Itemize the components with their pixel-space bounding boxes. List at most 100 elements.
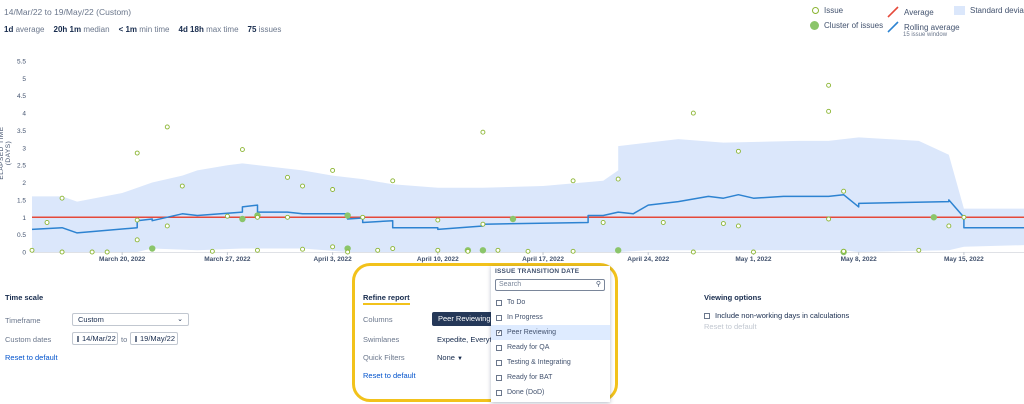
- timescale-reset-link[interactable]: Reset to default: [5, 353, 58, 362]
- y-tick-label: 2.5: [17, 163, 26, 170]
- issue-point: [330, 187, 336, 192]
- x-tick-label: April 10, 2022: [417, 256, 459, 263]
- issue-point: [300, 246, 305, 252]
- issue-point: [29, 247, 35, 253]
- y-tick-label: 1: [22, 215, 26, 222]
- calendar-icon: [135, 335, 137, 342]
- issue-point: [360, 214, 366, 220]
- dropdown-option[interactable]: Ready for BAT: [491, 370, 610, 385]
- issue-point: [916, 247, 922, 253]
- viewing-options-title: Viewing options: [704, 293, 762, 302]
- x-tick-label: March 27, 2022: [204, 256, 251, 263]
- issue-point: [435, 217, 441, 223]
- cluster-point: [149, 245, 156, 252]
- issue-point: [104, 249, 110, 255]
- issue-point: [89, 249, 95, 255]
- dropdown-option-label: Testing & Integrating: [507, 359, 571, 366]
- checkbox-icon[interactable]: [496, 344, 502, 351]
- checkbox-icon[interactable]: [496, 299, 502, 306]
- dropdown-title: ISSUE TRANSITION DATE: [495, 268, 580, 275]
- quick-filters-selector[interactable]: None ▼: [437, 353, 463, 362]
- issue-point: [615, 176, 621, 182]
- nonworking-days-option[interactable]: Include non-working days in calculations: [704, 311, 849, 320]
- issue-point: [209, 248, 215, 254]
- y-tick-label: 5.5: [17, 59, 26, 66]
- issue-point: [480, 129, 486, 135]
- custom-dates-label: Custom dates: [5, 335, 52, 344]
- x-tick-label: April 17, 2022: [522, 256, 564, 263]
- issue-point: [570, 248, 576, 254]
- dropdown-option[interactable]: Ready for QA: [491, 340, 610, 355]
- y-tick-label: 2: [22, 180, 26, 187]
- x-tick-label: April 3, 2022: [313, 256, 352, 263]
- checkbox-icon[interactable]: [496, 359, 502, 366]
- search-icon: ⚲: [595, 281, 601, 288]
- checkbox-icon[interactable]: [496, 389, 502, 396]
- checkbox-icon[interactable]: [496, 314, 502, 321]
- cluster-point: [479, 247, 487, 254]
- date-range-to: to: [121, 335, 128, 344]
- issue-point: [345, 249, 351, 255]
- chevron-down-icon: ⌄: [177, 315, 183, 323]
- issue-point: [525, 248, 531, 254]
- dropdown-option-label: Ready for QA: [507, 344, 550, 351]
- checkbox-icon[interactable]: [496, 374, 502, 381]
- timeframe-select[interactable]: Custom ⌄: [72, 313, 189, 326]
- issue-point: [735, 148, 741, 154]
- issue-point: [690, 249, 696, 255]
- dropdown-option[interactable]: Testing & Integrating: [491, 355, 610, 370]
- y-tick-label: 0.5: [17, 232, 26, 239]
- dropdown-option-label: In Progress: [507, 314, 543, 321]
- issue-point: [841, 188, 847, 194]
- quick-filters-label: Quick Filters: [363, 353, 405, 362]
- issue-point: [239, 147, 245, 153]
- issue-point: [300, 183, 305, 189]
- issue-point: [59, 195, 65, 201]
- calendar-icon: [77, 335, 79, 342]
- y-tick-label: 4: [22, 111, 26, 118]
- dropdown-option[interactable]: In Progress: [491, 310, 610, 325]
- dropdown-option[interactable]: Done (DoD): [491, 385, 610, 400]
- issue-point: [134, 150, 140, 156]
- x-tick-label: March 20, 2022: [99, 256, 146, 263]
- issue-point: [255, 214, 260, 220]
- swimlanes-label: Swimlanes: [363, 335, 400, 344]
- issue-point: [375, 247, 381, 253]
- dropdown-option-label: To Do: [507, 299, 526, 306]
- dropdown-option-label: Peer Reviewing: [507, 329, 557, 336]
- issue-point: [495, 247, 501, 253]
- issue-point: [134, 237, 140, 243]
- nonworking-days-checkbox[interactable]: [704, 312, 710, 319]
- dropdown-search-input[interactable]: Search ⚲: [495, 279, 605, 291]
- dropdown-option-label: Ready for BAT: [507, 374, 553, 381]
- dropdown-option[interactable]: To Do: [491, 295, 610, 310]
- refine-reset-link[interactable]: Reset to default: [363, 371, 416, 380]
- issue-point: [826, 108, 832, 114]
- dropdown-option-label: Done (DoD): [507, 389, 545, 396]
- issue-point: [826, 216, 832, 222]
- issue-point: [961, 214, 967, 220]
- issue-point: [690, 110, 696, 116]
- issue-point: [660, 220, 666, 225]
- issue-point: [330, 244, 336, 250]
- dropdown-option[interactable]: ✓ Peer Reviewing: [491, 325, 610, 340]
- issue-point: [44, 220, 50, 225]
- issue-point: [600, 220, 606, 225]
- x-tick-label: May 8, 2022: [841, 256, 878, 263]
- cluster-point: [930, 214, 938, 221]
- issue-point: [164, 124, 170, 130]
- issue-point: [285, 174, 290, 180]
- y-tick-label: 4.5: [17, 93, 26, 100]
- cluster-point: [614, 247, 622, 254]
- control-chart[interactable]: 0 0.5 1 1.5 2 2.5 3 3.5 4 4.5 5 5.5 March 20, 2022 M…: [0, 0, 1024, 270]
- issue-point: [751, 249, 756, 255]
- start-date-field[interactable]: 14/Mar/22: [72, 332, 118, 345]
- issue-transition-dropdown: ISSUE TRANSITION DATE Search ⚲ To Do In P…: [491, 266, 610, 402]
- checkbox-checked-icon[interactable]: ✓: [496, 329, 502, 336]
- issue-point: [735, 223, 741, 229]
- issue-point: [946, 223, 952, 229]
- end-date-field[interactable]: 19/May/22: [130, 332, 178, 345]
- issue-point: [435, 247, 441, 253]
- issue-point: [390, 246, 396, 251]
- y-axis: 0 0.5 1 1.5 2 2.5 3 3.5 4 4.5 5 5.5: [17, 59, 26, 257]
